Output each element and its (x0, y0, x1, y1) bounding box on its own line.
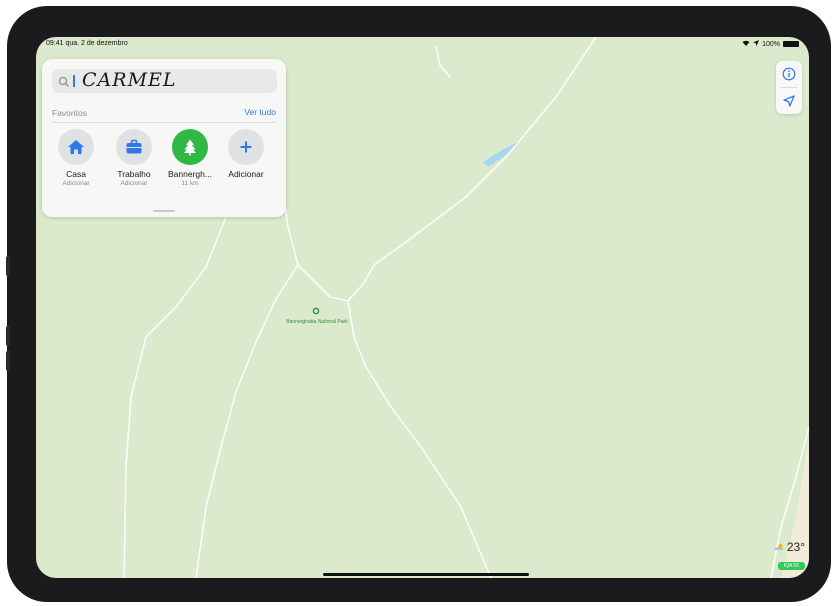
plus-icon (240, 141, 252, 153)
favorite-add[interactable]: Adicionar (217, 129, 275, 179)
search-field[interactable]: CARMEL (52, 69, 277, 93)
location-button[interactable] (776, 88, 802, 114)
favorite-name: Trabalho (117, 169, 151, 179)
status-bar: 09:41 qua. 2 de dezembro 100% (46, 40, 799, 52)
side-button (6, 256, 10, 276)
cloud-sun-icon (774, 543, 783, 550)
favorite-home[interactable]: Casa Adicionar (47, 129, 105, 187)
map-road (195, 264, 299, 578)
panel-grabber[interactable] (153, 210, 175, 212)
park-label[interactable]: Bannerghatta National Park (286, 319, 348, 325)
map-road (347, 300, 492, 578)
location-status-icon (753, 40, 760, 48)
favorite-icon-circle (58, 129, 94, 165)
location-arrow-icon (783, 95, 795, 107)
favorite-name: Bannergh... (168, 169, 212, 179)
battery-percent: 100% (762, 40, 780, 48)
favorite-bannerghatta[interactable]: Bannergh... 11 km (161, 129, 219, 187)
favorite-name: Casa (66, 169, 86, 179)
see-all-link[interactable]: Ver tudo (244, 107, 276, 117)
side-button (6, 351, 10, 371)
map-road (123, 216, 227, 578)
favorite-subtitle: Adicionar (120, 180, 148, 187)
map-screen[interactable]: 09:41 qua. 2 de dezembro 100% CARMEL Fav… (36, 37, 809, 578)
status-right: 100% (742, 40, 799, 48)
weather-widget[interactable]: 23° IQA 55 (773, 540, 805, 572)
map-road (283, 37, 597, 302)
status-date: qua. 2 de dezembro (65, 40, 128, 47)
favorite-icon-circle (228, 129, 264, 165)
favorite-subtitle: Adicionar (62, 180, 90, 187)
tree-icon (184, 139, 196, 156)
favorite-name: Adicionar (228, 169, 264, 179)
wifi-icon (742, 40, 750, 48)
search-panel: CARMEL Favoritos Ver tudo Casa Adicionar… (42, 59, 286, 217)
favorite-icon-circle (172, 129, 208, 165)
search-icon (58, 75, 70, 87)
battery-icon (783, 41, 799, 47)
home-indicator[interactable] (323, 573, 529, 576)
status-time: 09:41 (46, 40, 64, 47)
status-time-date: 09:41 qua. 2 de dezembro (46, 40, 128, 47)
side-button (6, 326, 10, 346)
favorites-heading: Favoritos (52, 108, 87, 118)
weather-temperature: 23° (786, 540, 805, 554)
favorite-icon-circle (116, 129, 152, 165)
info-icon (782, 67, 796, 81)
divider (52, 122, 276, 123)
info-button[interactable] (776, 61, 802, 87)
map-controls (776, 61, 802, 114)
briefcase-icon (126, 139, 142, 154)
favorite-subtitle: 11 km (181, 180, 199, 187)
park-pin-icon[interactable] (312, 307, 320, 315)
search-input[interactable]: CARMEL (82, 69, 177, 91)
house-icon (68, 140, 84, 154)
aqi-badge: IQA 55 (777, 562, 805, 570)
favorite-work[interactable]: Trabalho Adicionar (105, 129, 163, 187)
text-cursor (73, 75, 75, 87)
